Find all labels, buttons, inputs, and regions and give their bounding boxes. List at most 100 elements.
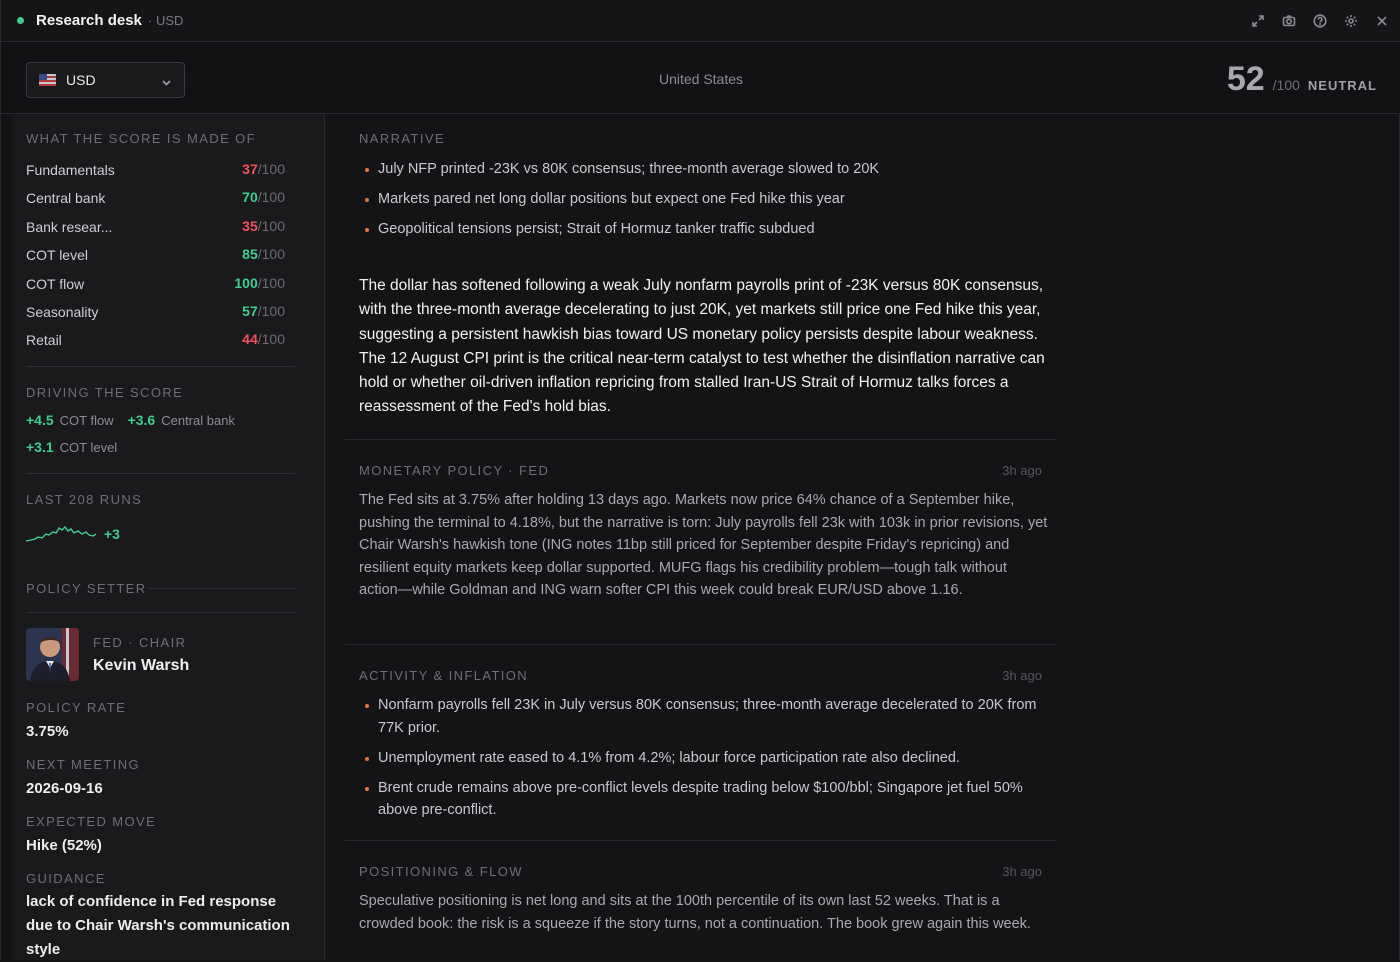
list-item: Nonfarm payrolls fell 23K in July versus…	[359, 694, 1049, 739]
camera-icon[interactable]	[1279, 11, 1298, 30]
list-item: Markets pared net long dollar positions …	[359, 188, 1049, 211]
divider	[26, 612, 295, 613]
monetary-policy-body: The Fed sits at 3.75% after holding 13 d…	[359, 492, 1048, 598]
monetary-policy-card: MONETARY POLICY · FED 3h ago The Fed sit…	[345, 440, 1057, 645]
score-component-max: /100	[257, 217, 285, 234]
score-component-name: COT level	[26, 247, 88, 264]
score-component-score: 57/100	[242, 303, 285, 321]
score-component-max: /100	[257, 331, 285, 348]
country-name: United States	[658, 71, 744, 87]
score-component-row: COT flow 100/100	[26, 274, 285, 294]
currency-select-value: USD	[66, 72, 96, 88]
score-component-row: Retail 44/100	[26, 330, 285, 350]
drivers-title: DRIVING THE SCORE	[26, 385, 184, 400]
score-component-score: 44/100	[242, 331, 285, 349]
driver-item: +3.6 Central bank	[127, 412, 235, 428]
runs-delta: +3	[104, 526, 120, 542]
status-dot	[17, 17, 24, 24]
main-content: NARRATIVE July NFP printed -23K vs 80K c…	[345, 114, 1057, 960]
policy-rate-value: 3.75%	[26, 723, 69, 740]
positioning-flow-card: POSITIONING & FLOW 3h ago Speculative po…	[345, 841, 1057, 960]
score-label: NEUTRAL	[1307, 78, 1377, 93]
next-meeting-value: 2026-09-16	[26, 780, 103, 797]
score-component-row: Seasonality 57/100	[26, 302, 285, 322]
expected-move-label: EXPECTED MOVE	[26, 814, 157, 829]
us-flag-icon	[39, 74, 56, 86]
score-component-name: Fundamentals	[26, 162, 115, 178]
drivers-row: +3.1 COT level	[26, 439, 117, 455]
policy-setter-name: Kevin Warsh	[93, 657, 190, 674]
score-component-row: Fundamentals 37/100	[26, 160, 285, 180]
score-max: /100	[1272, 77, 1300, 93]
score-sidebar: WHAT THE SCORE IS MADE OF Fundamentals 37…	[12, 114, 325, 960]
window-subtitle: · USD	[148, 13, 184, 28]
drivers-row: +4.5 COT flow +3.6 Central bank	[26, 412, 235, 428]
monetary-policy-timestamp: 3h ago	[1002, 463, 1042, 478]
score-component-row: COT level 85/100	[26, 245, 285, 265]
policy-setter-role: FED · CHAIR	[93, 635, 187, 650]
research-desk-window: Research desk · USD USD United States 52…	[0, 0, 1400, 960]
score-component-name: Bank resear...	[26, 218, 113, 235]
score-component-score: 70/100	[242, 189, 285, 207]
help-icon[interactable]	[1310, 11, 1329, 30]
title-bar: Research desk · USD	[1, 0, 1400, 42]
currency-select[interactable]: USD	[26, 62, 185, 98]
score-component-score: 85/100	[242, 246, 285, 264]
score-component-name: COT flow	[26, 275, 85, 292]
chevron-down-icon	[161, 75, 172, 93]
divider	[148, 588, 295, 589]
narrative-title: NARRATIVE	[359, 131, 446, 146]
score-component-score: 37/100	[242, 161, 285, 179]
score-component-name: Seasonality	[26, 304, 99, 320]
score-component-score: 100/100	[234, 275, 285, 293]
score-component-value: 100	[234, 274, 258, 291]
score-component-value: 57	[242, 303, 258, 319]
positioning-flow-title: POSITIONING & FLOW	[359, 864, 523, 879]
score-value: 52	[1226, 60, 1265, 98]
score-component-max: /100	[257, 189, 285, 206]
gear-icon[interactable]	[1341, 11, 1360, 30]
list-item: Brent crude remains above pre-conflict l…	[359, 777, 1049, 822]
activity-inflation-title: ACTIVITY & INFLATION	[359, 668, 529, 683]
score-component-score: 35/100	[242, 218, 285, 236]
narrative-card: NARRATIVE July NFP printed -23K vs 80K c…	[345, 114, 1057, 440]
composition-title: WHAT THE SCORE IS MADE OF	[26, 131, 257, 146]
runs-title: LAST 208 RUNS	[26, 492, 143, 507]
header-bar: USD United States 52 /100 NEUTRAL	[1, 42, 1400, 114]
close-icon[interactable]	[1372, 11, 1391, 30]
overall-score: 52 /100 NEUTRAL	[1227, 60, 1377, 99]
list-item: July NFP printed -23K vs 80K consensus; …	[359, 158, 1049, 181]
divider	[26, 473, 295, 474]
runs-sparkline	[26, 525, 96, 542]
policy-title: POLICY SETTER	[26, 581, 147, 596]
score-component-row: Central bank 70/100	[26, 188, 285, 208]
activity-inflation-timestamp: 3h ago	[1002, 668, 1042, 683]
expected-move-value: Hike (52%)	[26, 837, 102, 854]
score-component-max: /100	[257, 246, 285, 263]
expand-icon[interactable]	[1248, 11, 1267, 30]
score-component-max: /100	[257, 303, 285, 319]
list-item: Geopolitical tensions persist; Strait of…	[359, 218, 1049, 241]
activity-inflation-bullets: Nonfarm payrolls fell 23K in July versus…	[359, 694, 1049, 822]
score-component-value: 37	[242, 161, 258, 177]
narrative-summary: The dollar has softened following a weak…	[359, 277, 1045, 416]
monetary-policy-title: MONETARY POLICY · FED	[359, 463, 550, 478]
avatar	[26, 628, 79, 681]
divider	[26, 366, 295, 367]
positioning-flow-body: Speculative positioning is net long and …	[359, 893, 1031, 932]
policy-rate-label: POLICY RATE	[26, 700, 127, 715]
score-component-row: Bank resear... 35/100	[26, 217, 285, 237]
score-component-value: 85	[242, 246, 258, 263]
score-component-max: /100	[257, 161, 285, 177]
score-component-max: /100	[257, 274, 285, 291]
activity-inflation-card: ACTIVITY & INFLATION 3h ago Nonfarm payr…	[345, 645, 1057, 841]
score-component-name: Retail	[26, 332, 62, 349]
driver-item: +3.1 COT level	[26, 439, 118, 455]
guidance-text: lack of confidence in Fed response due t…	[26, 893, 290, 958]
score-component-value: 35	[242, 217, 258, 234]
narrative-bullets: July NFP printed -23K vs 80K consensus; …	[359, 158, 1049, 241]
window-controls	[1248, 11, 1391, 30]
list-item: Unemployment rate eased to 4.1% from 4.2…	[359, 747, 1049, 770]
driver-item: +4.5 COT flow	[26, 412, 114, 428]
window-title: Research desk	[36, 12, 142, 29]
